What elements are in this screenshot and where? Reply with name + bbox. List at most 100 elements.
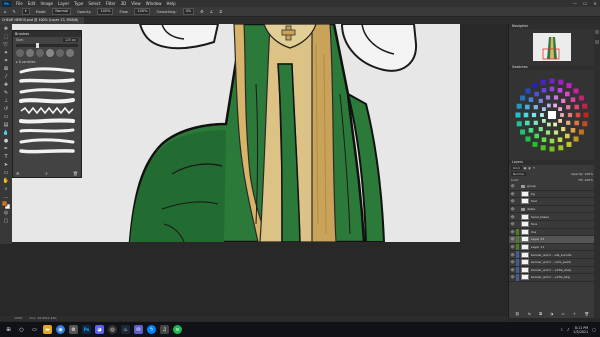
- dodge-icon[interactable]: ●: [2, 138, 10, 144]
- color-swatch[interactable]: [523, 112, 529, 118]
- color-swatch[interactable]: [565, 91, 570, 97]
- brush-stroke-preview[interactable]: [19, 67, 75, 75]
- layer-row[interactable]: 👁 group: [509, 183, 595, 191]
- color-swatch[interactable]: [532, 141, 538, 147]
- color-swatch[interactable]: [570, 97, 576, 102]
- layer-opacity[interactable]: Opacity: 100%: [571, 172, 593, 176]
- layer-row[interactable]: 👁 banner_arm1 ...uirtle_bkg: [509, 274, 595, 282]
- menu-layer[interactable]: Layer: [58, 1, 69, 6]
- color-swatch[interactable]: [547, 122, 551, 127]
- color-swatch[interactable]: [532, 83, 538, 89]
- color-swatch[interactable]: [553, 130, 559, 135]
- menu-edit[interactable]: Edit: [28, 1, 36, 6]
- color-wheel[interactable]: [509, 70, 595, 160]
- filter-kind-select[interactable]: Kind: [511, 166, 522, 170]
- minimize-button[interactable]: —: [570, 0, 580, 7]
- color-swatch[interactable]: [542, 107, 546, 111]
- color-swatch[interactable]: [525, 104, 530, 110]
- brush-tool-icon[interactable]: ✎: [13, 9, 16, 14]
- layer-row[interactable]: 👁 banner_arm1 ...uirtle_shop: [509, 266, 595, 275]
- color-swatch[interactable]: [567, 112, 573, 118]
- eraser-icon[interactable]: ▭: [2, 114, 10, 120]
- color-swatch[interactable]: [547, 103, 551, 108]
- photoshop-icon[interactable]: Ps: [82, 325, 91, 334]
- messenger-icon[interactable]: ϟ: [147, 325, 156, 334]
- quick-mask-icon[interactable]: ◎: [2, 210, 10, 216]
- color-swatch[interactable]: [578, 95, 584, 101]
- recent-brush-4[interactable]: [46, 49, 54, 57]
- color-swatch[interactable]: [540, 145, 546, 151]
- notification-icon[interactable]: ▢: [592, 327, 596, 332]
- color-swatch[interactable]: [553, 95, 559, 100]
- color-swatch[interactable]: [566, 105, 571, 110]
- layer-row[interactable]: 👁 bg: [509, 190, 595, 199]
- new-group-icon[interactable]: ▭: [561, 312, 564, 317]
- color-swatch[interactable]: [574, 104, 579, 110]
- color-swatch[interactable]: [549, 86, 555, 92]
- brush-stroke-preview[interactable]: [19, 97, 75, 105]
- brush-folder[interactable]: ▸ 8 varieties: [13, 59, 81, 65]
- color-swatch[interactable]: [548, 111, 556, 119]
- crop-tool-icon[interactable]: ⌗: [2, 58, 10, 64]
- more-tools-icon[interactable]: …: [2, 194, 10, 200]
- search-icon[interactable]: ○: [17, 325, 26, 334]
- home-icon[interactable]: ⌂: [4, 9, 7, 14]
- brush-settings-icon[interactable]: ⚙: [16, 171, 20, 176]
- panel-dock-icon[interactable]: [595, 30, 599, 34]
- smoothing-input[interactable]: 0%: [182, 8, 195, 15]
- type-tool-icon[interactable]: T: [2, 154, 10, 160]
- zoom-level[interactable]: 100%: [14, 316, 23, 320]
- color-swatch[interactable]: [558, 145, 564, 151]
- maximize-button[interactable]: ☐: [580, 0, 590, 7]
- gradient-icon[interactable]: ▤: [2, 122, 10, 128]
- hand-tool-icon[interactable]: ✋: [2, 178, 10, 184]
- color-swatch[interactable]: [583, 112, 589, 118]
- color-swatch[interactable]: [515, 112, 521, 118]
- link-layers-icon[interactable]: ⛓: [515, 312, 519, 317]
- brush-stroke-preview[interactable]: [19, 147, 75, 155]
- layer-row[interactable]: 👁 face: [509, 221, 595, 229]
- screen-mode-icon[interactable]: ▢: [2, 218, 10, 224]
- layer-row[interactable]: 👁 hand_shaen: [509, 213, 595, 221]
- layer-row[interactable]: 👁 hed: [509, 198, 595, 206]
- spotify-icon[interactable]: ≋: [173, 325, 182, 334]
- color-swatch[interactable]: [549, 138, 555, 144]
- color-swatches-icon[interactable]: [2, 201, 10, 209]
- color-swatch[interactable]: [541, 137, 547, 142]
- visibility-eye-icon[interactable]: 👁: [509, 222, 516, 226]
- color-swatch[interactable]: [525, 88, 531, 94]
- color-swatch[interactable]: [540, 113, 544, 117]
- adjustment-layer-icon[interactable]: ◑: [550, 312, 553, 317]
- layer-row[interactable]: 👁 Layer 11: [509, 243, 595, 252]
- color-swatch[interactable]: [520, 129, 526, 135]
- color-swatch[interactable]: [582, 103, 588, 109]
- recent-brush-5[interactable]: [56, 49, 64, 57]
- filter-type-icon[interactable]: T: [533, 166, 535, 170]
- color-swatch[interactable]: [545, 130, 551, 135]
- rectangle-tool-icon[interactable]: ▭: [2, 170, 10, 176]
- menu-select[interactable]: Select: [88, 1, 100, 6]
- color-swatch[interactable]: [534, 133, 539, 139]
- layer-row[interactable]: 👁 line: [509, 228, 595, 237]
- new-brush-icon[interactable]: ＋: [44, 171, 48, 176]
- steam-icon[interactable]: ♨: [121, 325, 130, 334]
- quick-select-icon[interactable]: ✦: [2, 50, 10, 56]
- color-swatch[interactable]: [542, 119, 546, 123]
- color-swatch[interactable]: [558, 107, 562, 111]
- volume-icon[interactable]: ♪: [567, 327, 570, 332]
- color-swatch[interactable]: [558, 79, 564, 85]
- menu-filter[interactable]: Filter: [106, 1, 116, 6]
- task-view-icon[interactable]: ▭: [30, 325, 39, 334]
- color-swatch[interactable]: [549, 146, 555, 152]
- color-swatch[interactable]: [557, 137, 563, 142]
- menu-view[interactable]: View: [131, 1, 141, 6]
- clock[interactable]: 8:11 PM 2/5/2021: [573, 326, 588, 334]
- discord-icon[interactable]: ◕: [95, 325, 104, 334]
- obs-icon[interactable]: ◎: [108, 325, 117, 334]
- menu-file[interactable]: File: [16, 1, 23, 6]
- delete-brush-icon[interactable]: 🗑: [73, 171, 78, 176]
- windows-start-icon[interactable]: ⊞: [4, 325, 13, 334]
- color-swatch[interactable]: [566, 83, 572, 89]
- blur-icon[interactable]: 💧: [2, 130, 10, 136]
- visibility-eye-icon[interactable]: 👁: [509, 199, 516, 203]
